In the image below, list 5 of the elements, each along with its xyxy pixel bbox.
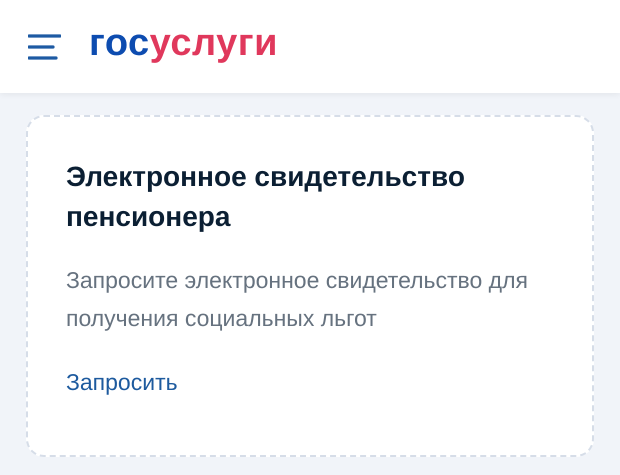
logo[interactable]: госуслуги	[89, 24, 278, 62]
card-title: Электронное свидетельство пенсионера	[66, 160, 466, 234]
card-description: Запросите электронное свидетельство для получения социальных льгот	[66, 266, 529, 333]
menu-icon[interactable]	[28, 34, 61, 60]
request-link[interactable]: Запросить	[66, 365, 178, 400]
